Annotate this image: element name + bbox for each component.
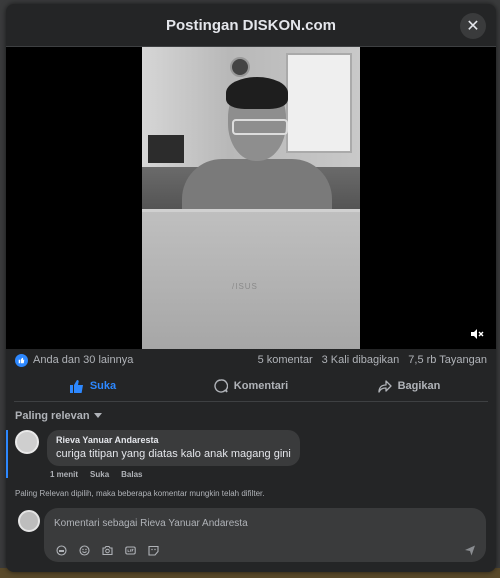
avatar-sticker-icon[interactable] [56,545,67,556]
like-button[interactable]: Suka [14,371,172,401]
comment-input[interactable] [54,516,434,530]
share-icon [377,379,392,393]
post-dialog: Postingan DISKON.com ✕ /ISUS Anda dan 30… [6,4,496,572]
sort-label: Paling relevan [15,410,90,422]
video-scene-laptop: /ISUS [142,209,360,349]
comment-button[interactable]: Komentari [172,371,330,401]
chevron-down-icon [93,413,102,418]
avatar[interactable] [15,430,39,454]
video-scene-hair [226,77,288,109]
video-scene-window [286,53,352,153]
send-icon[interactable] [464,544,476,556]
comment-icon [214,379,228,393]
comment-composer [16,508,486,562]
laptop-logo: /ISUS [232,282,258,291]
filter-note: Paling Relevan dipilih, maka beberapa ko… [15,489,265,498]
video-player[interactable]: /ISUS [6,47,496,349]
close-button[interactable]: ✕ [460,13,486,39]
post-stats: Anda dan 30 lainnya 5 komentar 3 Kali di… [6,349,496,371]
video-scene-glasses [232,119,288,135]
video-scene-clock [230,57,250,77]
close-icon: ✕ [466,18,480,35]
comment-like-link[interactable]: Suka [90,470,109,479]
video-scene-monitor [148,135,184,163]
reactions-count[interactable]: Anda dan 30 lainnya [33,354,133,366]
comment-author[interactable]: Rieva Yanuar Andaresta [56,435,291,445]
share-label: Bagikan [397,380,441,392]
dialog-title: Postingan DISKON.com [165,16,337,34]
gif-icon[interactable] [125,545,136,556]
thumbs-up-icon [69,379,83,393]
comment-label: Komentari [233,380,289,392]
volume-muted-icon[interactable] [470,328,484,343]
post-actions: Suka Komentari Bagikan [14,371,488,402]
comments-count[interactable]: 5 komentar [258,354,313,366]
comment-sort-dropdown[interactable]: Paling relevan [15,410,496,422]
like-label: Suka [89,380,117,392]
sticker-icon[interactable] [148,545,159,556]
comment-item: Rieva Yanuar Andaresta curiga titipan ya… [6,430,496,478]
camera-icon[interactable] [102,545,113,556]
composer-tools [56,545,159,556]
share-button[interactable]: Bagikan [330,371,488,401]
composer-box[interactable] [44,508,486,562]
like-reaction-icon [15,353,28,367]
comment-text: curiga titipan yang diatas kalo anak mag… [56,448,291,460]
shares-count[interactable]: 3 Kali dibagikan [322,354,400,366]
thread-line [6,430,8,478]
comment-reply-link[interactable]: Balas [121,470,142,479]
avatar [18,510,40,532]
dialog-header: Postingan DISKON.com ✕ [6,4,496,47]
views-count: 7,5 rb Tayangan [408,354,487,366]
comment-meta: 1 menit Suka Balas [50,470,496,479]
comment-time[interactable]: 1 menit [50,470,78,479]
emoji-icon[interactable] [79,545,90,556]
video-frame: /ISUS [142,47,360,349]
comment-bubble: Rieva Yanuar Andaresta curiga titipan ya… [47,430,300,466]
